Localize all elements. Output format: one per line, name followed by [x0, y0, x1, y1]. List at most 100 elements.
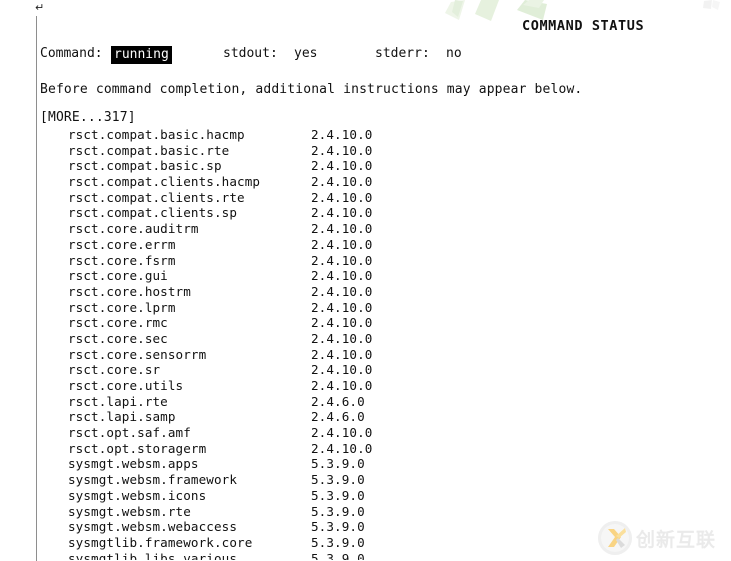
package-row: sysmgt.websm.icons 5.3.9.0	[40, 488, 700, 504]
package-name: sysmgt.websm.webaccess	[68, 519, 238, 535]
package-name: rsct.compat.basic.sp	[68, 158, 222, 174]
package-version: 5.3.9.0	[311, 519, 365, 535]
package-version: 5.3.9.0	[311, 487, 365, 503]
package-name: rsct.lapi.rte	[68, 393, 168, 409]
package-version: 2.4.6.0	[311, 409, 365, 425]
package-version: 2.4.10.0	[311, 127, 373, 142]
package-row: sysmgt.websm.webaccess 5.3.9.0	[40, 519, 700, 535]
package-row: sysmgtlib.libs.various 5.3.9.0	[40, 551, 700, 560]
command-label: Command:	[40, 46, 103, 61]
package-name: sysmgtlib.framework.core	[68, 534, 253, 550]
package-name: sysmgt.websm.icons	[68, 487, 207, 503]
package-version: 2.4.10.0	[311, 440, 373, 456]
package-row: rsct.opt.storagerm 2.4.10.0	[40, 441, 700, 457]
package-row: rsct.core.hostrm 2.4.10.0	[40, 284, 700, 300]
stdout-label: stdout:	[223, 46, 278, 61]
package-row: sysmgtlib.framework.core 5.3.9.0	[40, 535, 700, 551]
package-name: rsct.compat.clients.hacmp	[68, 174, 261, 190]
package-version: 2.4.10.0	[311, 362, 373, 378]
package-version: 2.4.10.0	[311, 425, 373, 441]
package-name: rsct.compat.clients.sp	[68, 205, 238, 221]
package-name: sysmgt.websm.apps	[68, 456, 199, 472]
package-version: 5.3.9.0	[311, 534, 365, 550]
package-row: rsct.core.sec 2.4.10.0	[40, 331, 700, 347]
package-row: rsct.core.gui 2.4.10.0	[40, 268, 700, 284]
package-row: rsct.core.sr 2.4.10.0	[40, 362, 700, 378]
package-name: rsct.core.lprm	[68, 299, 176, 315]
package-version: 2.4.10.0	[311, 299, 373, 315]
package-row: rsct.compat.basic.rte 2.4.10.0	[40, 143, 700, 159]
package-name: rsct.opt.saf.amf	[68, 425, 191, 441]
package-version: 5.3.9.0	[311, 456, 365, 472]
title-row: COMMAND STATUS	[40, 14, 700, 38]
package-row: sysmgt.websm.rte 5.3.9.0	[40, 504, 700, 520]
package-name: rsct.core.hostrm	[68, 283, 191, 299]
command-status-screen: COMMAND STATUS Command: running stdout: …	[40, 14, 700, 560]
package-name: sysmgt.websm.framework	[68, 472, 238, 488]
more-indicator: [MORE...317]	[40, 110, 136, 125]
package-row: rsct.compat.clients.sp 2.4.10.0	[40, 205, 700, 221]
page-title: COMMAND STATUS	[522, 18, 645, 34]
package-version: 5.3.9.0	[311, 472, 365, 488]
package-row: rsct.compat.basic.hacmp 2.4.10.0	[40, 127, 700, 143]
package-row: rsct.core.rmc 2.4.10.0	[40, 315, 700, 331]
package-version: 2.4.10.0	[311, 346, 373, 362]
package-name: rsct.opt.storagerm	[68, 440, 207, 456]
package-version: 2.4.10.0	[311, 252, 373, 268]
package-name: rsct.core.auditrm	[68, 221, 199, 237]
package-name: rsct.core.gui	[68, 268, 168, 284]
package-row: rsct.compat.clients.hacmp 2.4.10.0	[40, 174, 700, 190]
package-version: 2.4.10.0	[311, 330, 373, 346]
package-row: rsct.compat.basic.sp 2.4.10.0	[40, 158, 700, 174]
corner-smudge-watermark	[700, 0, 726, 22]
package-name: rsct.core.errm	[68, 236, 176, 252]
package-version: 2.4.10.0	[311, 378, 373, 393]
package-name: rsct.core.sec	[68, 330, 168, 346]
package-row: rsct.lapi.rte 2.4.6.0	[40, 394, 700, 410]
command-status-badge: running	[111, 46, 172, 64]
package-version: 2.4.6.0	[311, 393, 365, 409]
package-row: rsct.core.auditrm 2.4.10.0	[40, 221, 700, 237]
package-name: rsct.core.sensorrm	[68, 346, 207, 362]
package-name: sysmgtlib.libs.various	[68, 550, 238, 560]
package-version: 5.3.9.0	[311, 550, 365, 560]
package-version: 2.4.10.0	[311, 142, 373, 158]
package-name: rsct.core.fsrm	[68, 252, 176, 268]
package-version: 2.4.10.0	[311, 189, 373, 205]
package-row: rsct.core.fsrm 2.4.10.0	[40, 253, 700, 269]
package-version: 2.4.10.0	[311, 205, 373, 221]
return-glyph: ↵	[35, 1, 45, 14]
package-version: 2.4.10.0	[311, 283, 373, 299]
stderr-value: no	[446, 46, 462, 61]
package-row: rsct.core.lprm 2.4.10.0	[40, 300, 700, 316]
package-version: 2.4.10.0	[311, 158, 373, 174]
completion-note: Before command completion, additional in…	[40, 82, 583, 97]
page-edge-rule	[36, 16, 37, 561]
package-version: 5.3.9.0	[311, 503, 365, 519]
package-version: 2.4.10.0	[311, 174, 373, 190]
package-name: rsct.compat.basic.hacmp	[68, 127, 245, 142]
package-row: rsct.core.errm 2.4.10.0	[40, 237, 700, 253]
status-summary-row: Command: running stdout: yes stderr: no	[40, 46, 700, 72]
package-list: rsct.compat.basic.hacmp 2.4.10.0 rsct.comp…	[40, 127, 700, 560]
package-row: rsct.core.sensorrm 2.4.10.0	[40, 347, 700, 363]
package-version: 2.4.10.0	[311, 236, 373, 252]
package-row: rsct.opt.saf.amf 2.4.10.0	[40, 425, 700, 441]
package-row: rsct.core.utils 2.4.10.0	[40, 378, 700, 394]
package-version: 2.4.10.0	[311, 268, 373, 284]
stdout-value: yes	[294, 46, 318, 61]
package-row: rsct.compat.clients.rte 2.4.10.0	[40, 190, 700, 206]
package-name: rsct.core.sr	[68, 362, 161, 378]
package-name: rsct.lapi.samp	[68, 409, 176, 425]
package-version: 2.4.10.0	[311, 221, 373, 237]
package-name: sysmgt.websm.rte	[68, 503, 191, 519]
package-row: sysmgt.websm.apps 5.3.9.0	[40, 456, 700, 472]
package-version: 2.4.10.0	[311, 315, 373, 331]
package-row: sysmgt.websm.framework 5.3.9.0	[40, 472, 700, 488]
package-name: rsct.core.utils	[68, 378, 184, 393]
package-name: rsct.compat.basic.rte	[68, 142, 230, 158]
package-row: rsct.lapi.samp 2.4.6.0	[40, 409, 700, 425]
package-name: rsct.core.rmc	[68, 315, 168, 331]
stderr-label: stderr:	[375, 46, 430, 61]
package-name: rsct.compat.clients.rte	[68, 189, 245, 205]
